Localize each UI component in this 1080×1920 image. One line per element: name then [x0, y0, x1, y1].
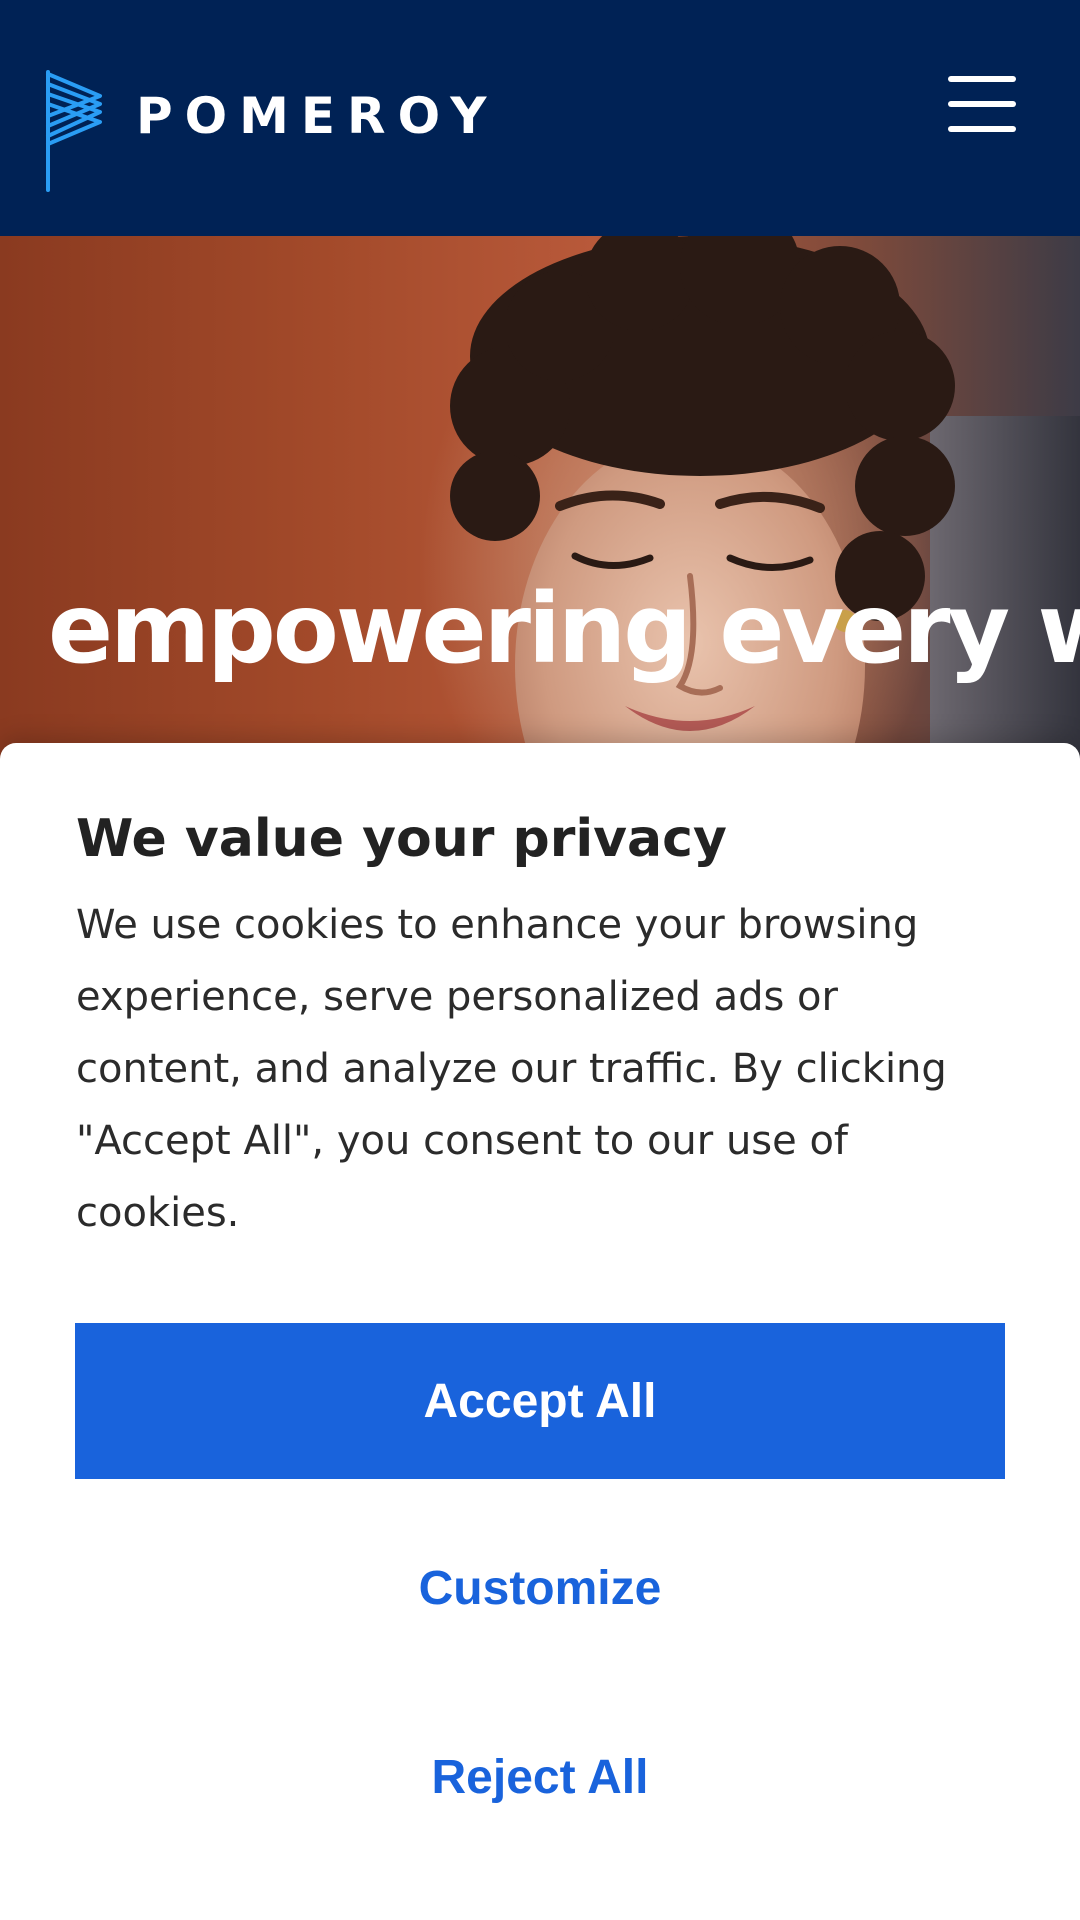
- brand-logo-text[interactable]: POMEROY: [136, 86, 499, 146]
- menu-bar: [948, 101, 1016, 107]
- cookie-banner-description: We use cookies to enhance your browsing …: [76, 902, 947, 1236]
- reject-all-button[interactable]: Reject All: [75, 1717, 1005, 1837]
- pomeroy-flag-icon[interactable]: [44, 70, 106, 192]
- hamburger-menu-icon[interactable]: [944, 74, 1020, 134]
- hero-headline: empowering every worker: [48, 573, 1080, 685]
- site-header: POMEROY: [0, 0, 1080, 236]
- page: POMEROY empowering every We value your p…: [0, 0, 1080, 1920]
- menu-bar: [948, 76, 1016, 82]
- cookie-banner-title: We value your privacy: [76, 809, 727, 869]
- accept-all-button[interactable]: Accept All: [75, 1323, 1005, 1479]
- cookie-consent-banner: We value your privacy We use cookies to …: [0, 743, 1080, 1920]
- menu-bar: [948, 126, 1016, 132]
- customize-button[interactable]: Customize: [75, 1528, 1005, 1648]
